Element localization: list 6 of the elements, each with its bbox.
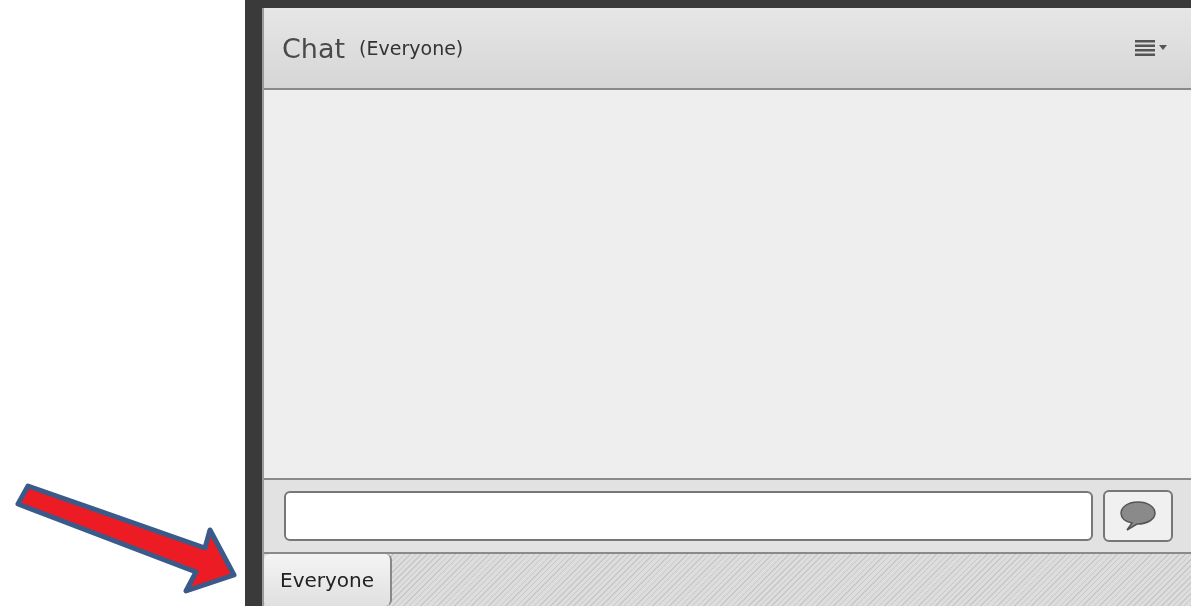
chat-scope: (Everyone) [359,37,465,59]
panel-title: Chat [282,32,346,64]
chat-tab[interactable]: Everyone [264,554,393,606]
message-input[interactable] [284,491,1093,541]
speech-bubble-icon [1118,500,1158,532]
send-button[interactable] [1103,490,1173,542]
